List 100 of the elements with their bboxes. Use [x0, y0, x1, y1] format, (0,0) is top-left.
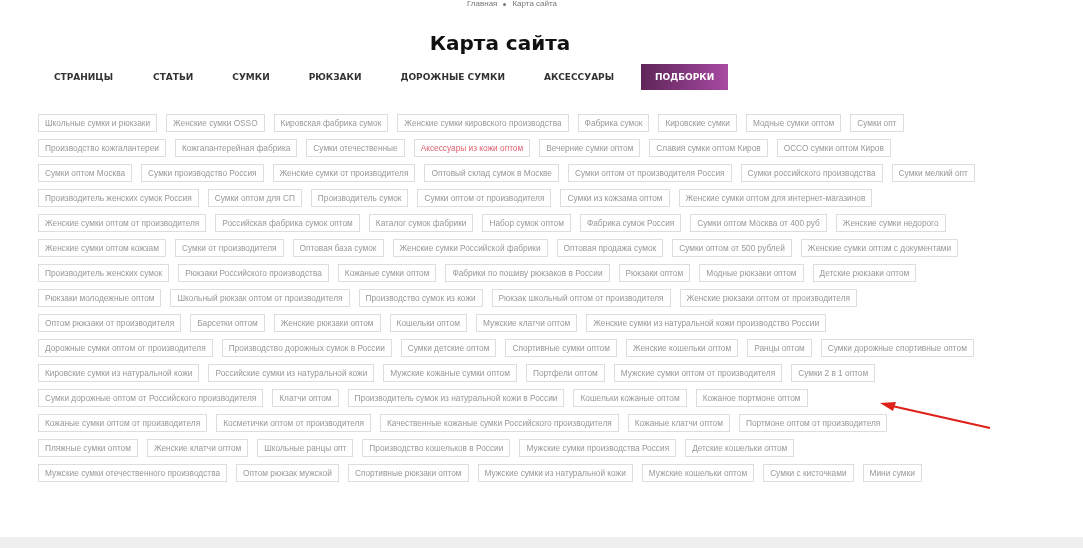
tag-link[interactable]: Школьные ранцы опт	[257, 439, 354, 457]
tag-link[interactable]: Рюкзаки молодежные оптом	[38, 289, 162, 307]
tag-link[interactable]: Оптом рюкзаки от производителя	[38, 314, 182, 332]
tag-link[interactable]: Сумки от производителя	[174, 239, 284, 257]
tab[interactable]: ДОРОЖНЫЕ СУМКИ	[388, 64, 517, 90]
tag-link[interactable]: Сумки производство Россия	[141, 164, 264, 182]
tab[interactable]: ПОДБОРКИ	[641, 64, 729, 90]
tag-link[interactable]: Косметички оптом от производителя	[216, 414, 371, 432]
tag-link[interactable]: Женские сумки оптом кожзам	[38, 239, 166, 257]
tag-link[interactable]: Оптом рюкзак мужской	[236, 464, 339, 482]
tag-link[interactable]: Сумки из кожзама оптом	[560, 189, 670, 207]
tag-link[interactable]: Мужские кожаные сумки оптом	[383, 364, 517, 382]
tag-link[interactable]: Качественные кожаные сумки Российского производителя	[379, 414, 619, 432]
tag-link[interactable]: Набор сумок оптом	[482, 214, 571, 232]
tag-link[interactable]: Кошельки кожаные оптом	[573, 389, 687, 407]
tag-link[interactable]: OCCO сумки оптом Киров	[776, 139, 891, 157]
tag-link[interactable]: Женские сумки из натуральной кожи производство России	[586, 314, 827, 332]
tag-link[interactable]: Школьные сумки и рюкзаки	[38, 114, 158, 132]
tab[interactable]: РЮКЗАКИ	[296, 64, 374, 90]
tag-link[interactable]: Мужские клатчи оптом	[475, 314, 578, 332]
tag-link[interactable]: Кожгалантерейная фабрика	[174, 139, 298, 157]
tag-link[interactable]: Портфели оптом	[525, 364, 605, 382]
tag-link[interactable]: Мужские сумки производства Россия	[519, 439, 677, 457]
tag-link[interactable]: Женские сумки от производителя	[272, 164, 416, 182]
tag-link[interactable]: Женские сумки оптом для интернет-магазинов	[678, 189, 873, 207]
tag-link[interactable]: Славия сумки оптом Киров	[649, 139, 768, 157]
tag-link[interactable]: Мужские сумки отечественного производства	[38, 464, 228, 482]
tag-link[interactable]: Мужские сумки оптом от производителя	[613, 364, 783, 382]
tab[interactable]: СУМКИ	[220, 64, 282, 90]
tag-link[interactable]: Производство кожгалантереи	[38, 139, 166, 157]
tag-link[interactable]: Женские кошельки оптом	[625, 339, 739, 357]
tag-link[interactable]: Сумки оптом Москва	[38, 164, 133, 182]
tag-link[interactable]: Сумки мелкий опт	[891, 164, 975, 182]
tag-link[interactable]: Сумки оптом Москва от 400 руб	[690, 214, 827, 232]
tag-link[interactable]: Сумки дорожные оптом от Российского производителя	[38, 389, 264, 407]
tag-link[interactable]: Барсетки оптом	[190, 314, 265, 332]
tag-link[interactable]: Сумки оптом от 500 рублей	[672, 239, 792, 257]
tag-link[interactable]: Клатчи оптом	[272, 389, 339, 407]
tag-link[interactable]: Детские кошельки оптом	[685, 439, 795, 457]
tag-link[interactable]: Каталог сумок фабрики	[368, 214, 474, 232]
tag-link[interactable]: Вечерние сумки оптом	[539, 139, 641, 157]
tag-link[interactable]: Модные сумки оптом	[745, 114, 842, 132]
tag-link[interactable]: Производитель женских сумок Россия	[38, 189, 199, 207]
tag-link[interactable]: Производство сумок из кожи	[358, 289, 483, 307]
tag-link[interactable]: Оптовая база сумок	[292, 239, 384, 257]
breadcrumb-link[interactable]: Главная	[467, 0, 498, 8]
tag-link[interactable]: Женские сумки оптом от производителя	[38, 214, 207, 232]
tag-link[interactable]: Мужские сумки из натуральной кожи	[477, 464, 633, 482]
tag-link[interactable]: Сумки с кисточками	[763, 464, 854, 482]
tag-link[interactable]: Дорожные сумки оптом от производителя	[38, 339, 213, 357]
tag-link[interactable]: Женские клатчи оптом	[146, 439, 249, 457]
tag-link[interactable]: Кожаные клатчи оптом	[627, 414, 730, 432]
tag-link[interactable]: Производство кошельков в России	[362, 439, 511, 457]
tag-link[interactable]: Портмоне оптом от производителя	[738, 414, 888, 432]
tag-link[interactable]: Сумки детские оптом	[400, 339, 497, 357]
tag-link[interactable]: Российские сумки из натуральной кожи	[208, 364, 375, 382]
tag-link[interactable]: Спортивные сумки оптом	[505, 339, 617, 357]
tag-link[interactable]: Кожаные сумки оптом	[337, 264, 437, 282]
tag-link[interactable]: Школьный рюкзак оптом от производителя	[170, 289, 350, 307]
tag-link[interactable]: Производитель сумок	[310, 189, 409, 207]
tag-link[interactable]: Женские рюкзаки оптом от производителя	[679, 289, 857, 307]
tab[interactable]: СТРАНИЦЫ	[42, 64, 126, 90]
tag-link[interactable]: Женские сумки оптом с документами	[800, 239, 959, 257]
tag-link[interactable]: Фабрика сумок Россия	[579, 214, 682, 232]
tag-link[interactable]: Кировские сумки	[658, 114, 737, 132]
tag-link[interactable]: Оптовая продажа сумок	[556, 239, 664, 257]
tag-link[interactable]: Рюкзак школьный оптом от производителя	[491, 289, 671, 307]
tag-link[interactable]: Женские рюкзаки оптом	[273, 314, 381, 332]
tag-link[interactable]: Кожаное портмоне оптом	[695, 389, 808, 407]
tag-link[interactable]: Рюкзаки Российского производства	[178, 264, 329, 282]
tag-link[interactable]: Женские сумки Российской фабрики	[392, 239, 548, 257]
tag-link[interactable]: Женские сумки недорого	[835, 214, 946, 232]
tag-link[interactable]: Фабрики по пошиву рюкзаков в России	[445, 264, 610, 282]
tag-link[interactable]: Российская фабрика сумок оптом	[215, 214, 360, 232]
tag-link[interactable]: Пляжные сумки оптом	[38, 439, 138, 457]
tag-link[interactable]: Сумки оптом для СП	[207, 189, 302, 207]
tag-link[interactable]: Производитель женских сумок	[38, 264, 170, 282]
tag-link[interactable]: Кошельки оптом	[389, 314, 467, 332]
tag-link[interactable]: Ранцы оптом	[747, 339, 812, 357]
tag-link[interactable]: Сумки опт	[850, 114, 904, 132]
tag-link[interactable]: Рюкзаки оптом	[618, 264, 691, 282]
tag-link[interactable]: Кожаные сумки оптом от производителя	[38, 414, 208, 432]
tag-link[interactable]: Оптовый склад сумок в Москве	[424, 164, 559, 182]
tag-link[interactable]: Фабрика сумок	[577, 114, 650, 132]
tag-link[interactable]: Производитель сумок из натуральной кожи в России	[347, 389, 565, 407]
tab[interactable]: АКСЕССУАРЫ	[531, 64, 627, 90]
breadcrumb-link[interactable]: Карта сайта	[512, 0, 557, 8]
tag-link[interactable]: Мужские кошельки оптом	[641, 464, 755, 482]
tag-link[interactable]: Сумки 2 в 1 оптом	[791, 364, 876, 382]
tag-link[interactable]: Сумки дорожные спортивные оптом	[820, 339, 974, 357]
tag-link[interactable]: Модные рюкзаки оптом	[699, 264, 804, 282]
tag-link[interactable]: Сумки отечественные	[306, 139, 405, 157]
tag-link[interactable]: Детские рюкзаки оптом	[812, 264, 917, 282]
tag-link[interactable]: Спортивные рюкзаки оптом	[348, 464, 469, 482]
tag-link[interactable]: Женские сумки кировского производства	[397, 114, 569, 132]
tag-link[interactable]: Мини сумки	[862, 464, 922, 482]
tag-link[interactable]: Сумки оптом от производителя Россия	[568, 164, 732, 182]
tag-link[interactable]: Сумки оптом от производителя	[417, 189, 552, 207]
tab[interactable]: СТАТЬИ	[141, 64, 206, 90]
tag-link[interactable]: Кировские сумки из натуральной кожи	[38, 364, 200, 382]
